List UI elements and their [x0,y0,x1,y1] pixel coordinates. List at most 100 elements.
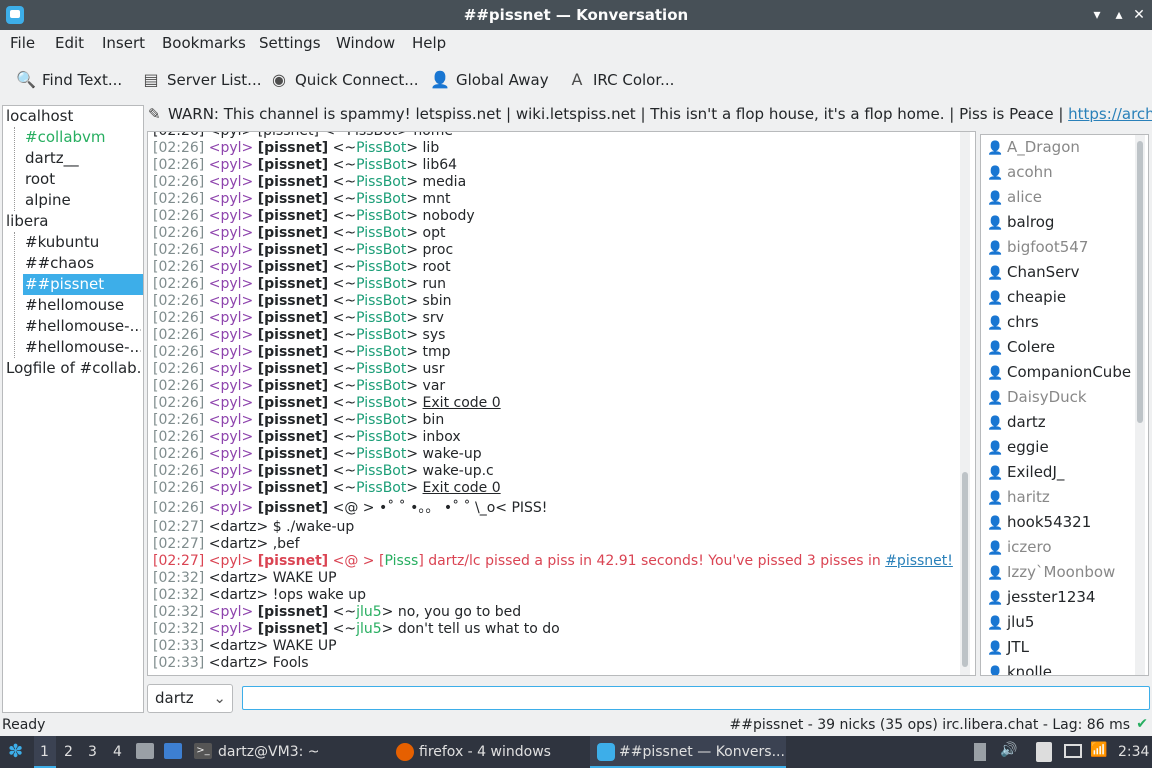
menu-bar: File Edit Insert Bookmarks Settings Wind… [0,30,1152,56]
chat-scrollbar[interactable] [960,132,970,675]
notes-icon[interactable] [1036,742,1052,762]
chat-scrollbar-thumb[interactable] [962,472,968,667]
chat-line: [02:26] <pyl> [pissnet] <~PissBot> nobod… [153,208,475,224]
menu-bookmarks[interactable]: Bookmarks [162,34,246,52]
menu-help[interactable]: Help [412,34,446,52]
nick-item[interactable]: 👤 balrog [987,210,1054,235]
message-input[interactable] [242,686,1150,710]
nick-selector[interactable]: dartz ⌄ [147,684,233,713]
taskbar: ✽ 1 2 3 4 >_ dartz@VM3: ~ firefox - 4 wi… [0,736,1152,768]
volume-icon[interactable]: 🔊 [1000,742,1017,758]
global-away-button[interactable]: 👤 Global Away [430,68,549,92]
tree-item-dartz[interactable]: dartz__ [25,148,79,169]
tree-item-kubuntu[interactable]: #kubuntu [25,232,99,253]
nick-item[interactable]: 👤 ExiledJ_ [987,460,1064,485]
voice-user-icon: 👤 [987,566,1004,581]
konversation-task-icon[interactable] [597,743,615,761]
nick-item[interactable]: 👤 Colere [987,335,1055,360]
server-list-button[interactable]: ▤ Server List... [141,68,261,92]
user-icon: 👤 [987,316,1004,331]
task-konversation[interactable]: ##pissnet — Konvers... [619,744,785,760]
chat-view[interactable]: [02:26] <pyl> [pissnet] <~PissBot> home … [147,131,976,676]
nick-item[interactable]: 👤 jlu5 [987,610,1034,635]
chat-line: [02:32] <dartz> !ops wake up [153,587,366,603]
nick-item[interactable]: 👤 knolle [987,660,1052,676]
nick-item[interactable]: 👤 haritz [987,485,1050,510]
channel-link[interactable]: #pissnet! [885,553,953,569]
tree-item-chaos[interactable]: ##chaos [25,253,94,274]
maximize-button[interactable]: ▴ [1108,4,1130,26]
workspace-2[interactable]: 2 [64,744,73,760]
tree-item-alpine[interactable]: alpine [25,190,71,211]
terminal-icon[interactable]: >_ [194,743,212,759]
server-libera[interactable]: libera [6,211,48,232]
menu-settings[interactable]: Settings [259,34,321,52]
topic-link[interactable]: https://archive.org/det... [1068,105,1152,123]
file-manager-icon[interactable] [136,743,154,759]
tree-item-hellomouse-3[interactable]: #hellomouse-... [25,337,141,358]
chat-line-partial: [02:26] <pyl> [pissnet] <~PissBot> home [153,131,454,139]
nick-item[interactable]: 👤 cheapie [987,285,1066,310]
nick-item[interactable]: 👤 iczero [987,535,1052,560]
nick-scrollbar[interactable] [1135,135,1145,675]
user-icon: 👤 [987,516,1004,531]
nick-item[interactable]: 👤 alice [987,185,1042,210]
firefox-icon[interactable] [396,743,414,761]
nick-item[interactable]: 👤 A_Dragon [987,135,1080,160]
user-icon: 👤 [987,666,1004,676]
chat-line: [02:26] <pyl> [pissnet] <~PissBot> sbin [153,293,452,309]
irc-color-button[interactable]: A IRC Color... [567,68,675,92]
quick-connect-button[interactable]: ◉ Quick Connect... [269,68,419,92]
chat-line: [02:26] <pyl> [pissnet] <~PissBot> root [153,259,451,275]
chat-line-piss: [02:26] <pyl> [pissnet] <@ > •˚ ˚ •。。 •˚… [153,500,548,516]
nick-list[interactable]: 👤 A_Dragon 👤 acohn 👤 alice 👤 balrog 👤 bigfoot547 👤… [980,134,1149,676]
nick-scrollbar-thumb[interactable] [1137,141,1143,423]
tree-item-collabvm[interactable]: #collabvm [25,127,106,148]
network-icon[interactable]: 📶 [1090,742,1107,758]
voice-user-icon: 👤 [987,541,1004,556]
nick-item[interactable]: 👤 chrs [987,310,1039,335]
chat-line: [02:32] <pyl> [pissnet] <~jlu5> don't te… [153,621,560,637]
task-terminal[interactable]: dartz@VM3: ~ [218,744,320,760]
nick-item[interactable]: 👤 jesster1234 [987,585,1095,610]
nick-item[interactable]: 👤 DaisyDuck [987,385,1087,410]
nick-item[interactable]: 👤 acohn [987,160,1053,185]
clipboard-icon[interactable] [974,743,986,761]
tree-item-hellomouse[interactable]: #hellomouse [25,295,124,316]
tree-item-root[interactable]: root [25,169,55,190]
tree-item-logfile[interactable]: Logfile of #collab... [6,358,142,379]
workspace-4[interactable]: 4 [113,744,122,760]
desktop-icon[interactable] [164,743,182,759]
workspace-3[interactable]: 3 [88,744,97,760]
nick-item[interactable]: 👤 CompanionCube [987,360,1131,385]
nick-item[interactable]: 👤 eggie [987,435,1049,460]
nick-item[interactable]: 👤 ChanServ [987,260,1079,285]
nick-item[interactable]: 👤 hook54321 [987,510,1091,535]
minimize-button[interactable]: ▾ [1086,4,1108,26]
nick-item[interactable]: 👤 dartz [987,410,1046,435]
screen-icon[interactable] [1064,744,1082,758]
pencil-icon[interactable]: ✎ [148,105,168,123]
chat-line: [02:26] <pyl> [pissnet] <~PissBot> usr [153,361,445,377]
nick-item[interactable]: 👤 JTL [987,635,1029,660]
nick-item[interactable]: 👤 bigfoot547 [987,235,1088,260]
menu-insert[interactable]: Insert [102,34,145,52]
topic-text: WARN: This channel is spammy! letspiss.n… [168,105,1069,123]
nick-item[interactable]: 👤 Izzy`Moonbow [987,560,1115,585]
voice-user-icon: 👤 [987,341,1004,356]
menu-window[interactable]: Window [336,34,395,52]
task-firefox[interactable]: firefox - 4 windows [419,744,551,760]
server-localhost[interactable]: localhost [6,106,73,127]
voice-user-icon: 👤 [987,141,1004,156]
tree-item-pissnet[interactable]: ##pissnet [23,274,143,295]
tree-item-hellomouse-2[interactable]: #hellomouse-... [25,316,141,337]
close-button[interactable]: ✕ [1128,4,1150,26]
menu-edit[interactable]: Edit [55,34,84,52]
start-menu-icon[interactable]: ✽ [8,741,23,762]
find-text-label: Find Text... [42,71,123,89]
workspace-1[interactable]: 1 [40,744,49,760]
chat-line: [02:26] <pyl> [pissnet] <~PissBot> lib64 [153,157,458,173]
menu-file[interactable]: File [10,34,35,52]
find-text-button[interactable]: 🔍 Find Text... [16,68,122,92]
user-icon: 👤 [987,366,1004,381]
